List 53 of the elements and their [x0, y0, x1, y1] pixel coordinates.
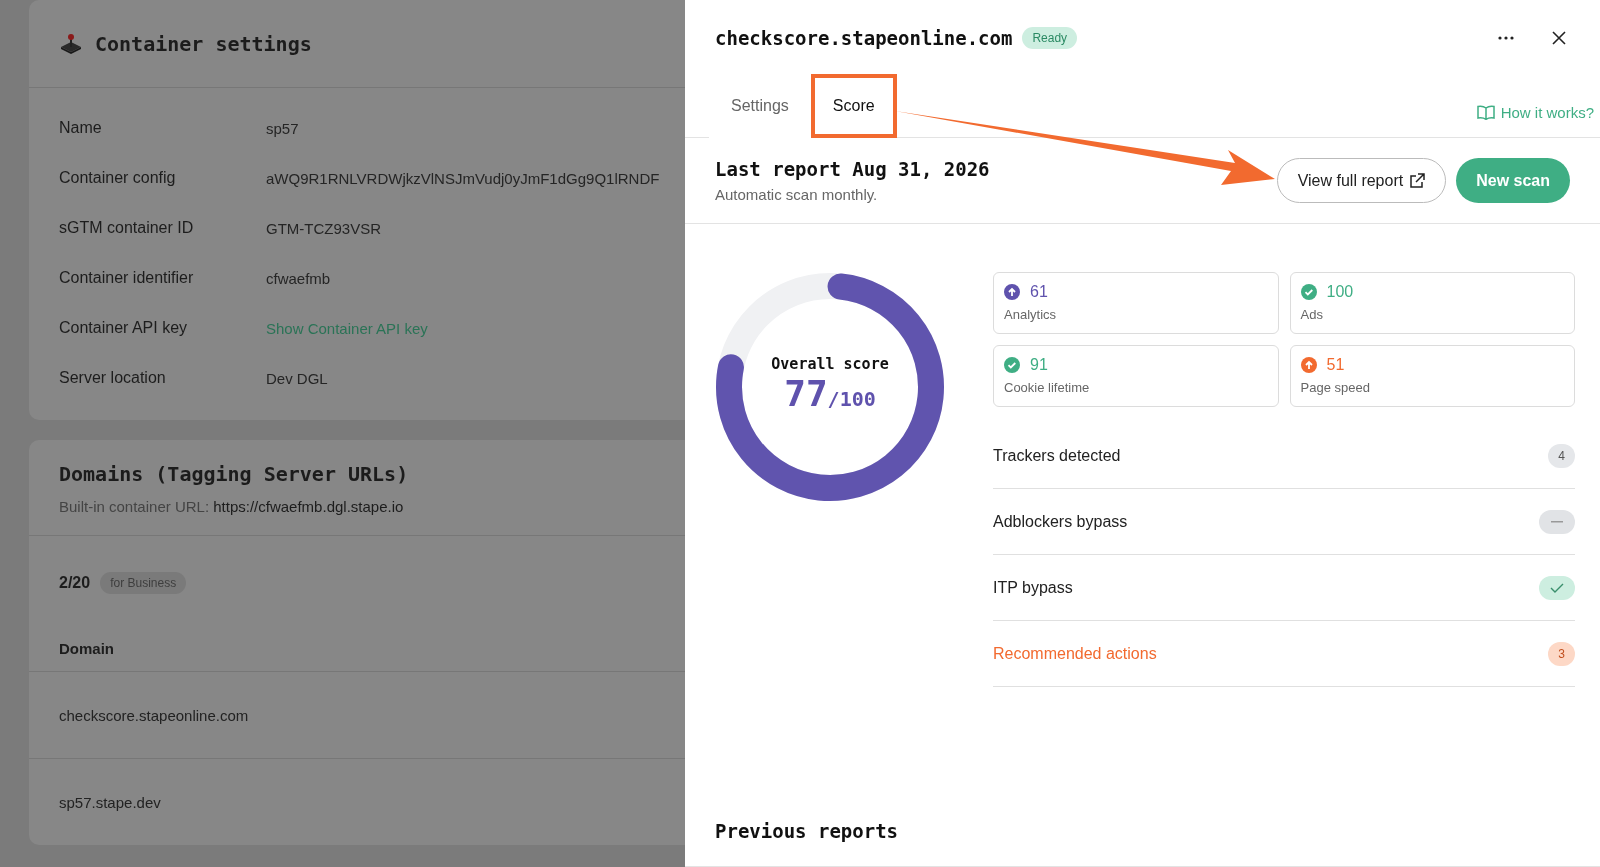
drawer-title: checkscore.stapeonline.com	[715, 27, 1013, 49]
field-label: Container API key	[59, 319, 189, 337]
book-icon	[1476, 105, 1495, 120]
field-label: Name	[59, 119, 103, 137]
category-label: Ads	[1300, 307, 1324, 322]
field-value: cfwaefmb	[266, 269, 331, 287]
field-value: Dev DGL	[266, 369, 328, 387]
field-label: Container identifier	[59, 269, 195, 287]
category-label: Cookie lifetime	[1004, 380, 1091, 395]
count-badge: 3	[1548, 641, 1575, 666]
domain-count: 2/20	[59, 574, 91, 592]
arrow-up-icon	[1300, 357, 1317, 373]
category-score: 51	[1326, 356, 1345, 374]
card-title: Container settings	[95, 31, 312, 56]
plan-badge: for Business	[100, 572, 187, 594]
how-it-works-link[interactable]: How it works?	[1476, 104, 1594, 121]
joystick-icon	[59, 32, 83, 55]
field-value: GTM-TCZ93VSR	[266, 219, 381, 237]
check-label: Trackers detected	[993, 446, 1121, 465]
container-url: Built-in container URL: https://cfwaefmb.dgl.stape.io	[59, 498, 405, 515]
recommended-actions-link[interactable]: Recommended actions	[993, 644, 1157, 663]
category-label: Page speed	[1300, 380, 1371, 395]
field-label: Server location	[59, 369, 167, 387]
external-link-icon	[1409, 172, 1426, 189]
arrow-up-icon	[1004, 284, 1020, 300]
field-label: sGTM container ID	[59, 219, 195, 237]
more-icon	[1498, 36, 1514, 40]
score-value: 77/100	[784, 372, 876, 414]
view-report-button[interactable]: View full report	[1276, 158, 1447, 203]
category-label: Analytics	[1004, 307, 1058, 322]
category-score: 100	[1326, 283, 1354, 301]
score-label: Overall score	[771, 354, 889, 373]
close-icon	[1552, 31, 1566, 45]
new-scan-button[interactable]: New scan	[1456, 158, 1570, 203]
tab[interactable]: Score	[810, 74, 897, 138]
dash-badge	[1539, 509, 1575, 534]
report-subtitle: Automatic scan monthly.	[715, 186, 879, 203]
check-icon	[1300, 284, 1317, 300]
field-label: Container config	[59, 169, 177, 187]
section-title: Previous reports	[715, 820, 899, 842]
domain-row[interactable]: sp57.stape.dev	[29, 759, 685, 845]
check-label: Adblockers bypass	[993, 512, 1128, 531]
field-value: sp57	[266, 119, 299, 137]
card-title: Domains (Tagging Server URLs)	[59, 462, 410, 486]
check-icon	[1004, 357, 1020, 373]
category-score: 91	[1030, 356, 1048, 374]
category-score: 61	[1030, 283, 1048, 301]
count-badge: 4	[1548, 443, 1575, 468]
check-label: ITP bypass	[993, 578, 1073, 597]
field-value: aWQ9R1RNLVRDWjkzVlNSJmVudj0yJmF1dGg9Q1lRNDF	[266, 169, 660, 187]
report-title: Last report Aug 31, 2026	[715, 158, 991, 180]
status-badge: Ready	[1022, 27, 1078, 49]
check-badge	[1539, 575, 1575, 600]
